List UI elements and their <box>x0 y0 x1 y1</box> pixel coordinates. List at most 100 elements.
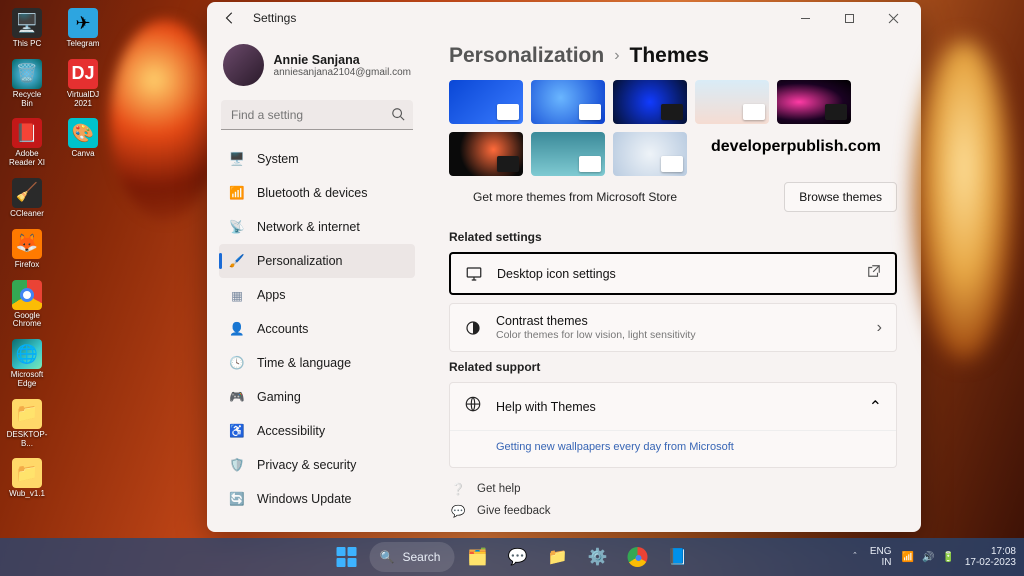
system-tray-icons[interactable]: 📶 🔊 🔋 <box>901 552 954 563</box>
start-button[interactable] <box>330 542 364 572</box>
taskbar: 🔍Search 🗂️ 💬 📁 ⚙️ 📘 ＾ ENGIN 📶 🔊 🔋 17:081… <box>0 538 1024 576</box>
accessibility-icon: ♿ <box>229 423 245 439</box>
desktop-icon-wub[interactable]: 📁Wub_v1.1 <box>6 458 48 499</box>
tray-chevron-up-icon[interactable]: ＾ <box>850 550 860 565</box>
nav-list: 🖥️System 📶Bluetooth & devices 📡Network &… <box>219 142 415 516</box>
recycle-bin-icon: 🗑️ <box>12 59 42 89</box>
desktop-icon-this-pc[interactable]: 🖥️This PC <box>6 8 48 49</box>
paint-icon: 🖌️ <box>229 253 245 269</box>
theme-thumb[interactable] <box>449 132 523 176</box>
search-icon: 🔍 <box>380 550 395 564</box>
profile-email: anniesanjana2104@gmail.com <box>274 67 411 78</box>
apps-icon: ▦ <box>229 287 245 303</box>
nav-windows-update[interactable]: 🔄Windows Update <box>219 482 415 516</box>
theme-grid: developerpublish.com <box>449 80 897 176</box>
nav-accounts[interactable]: 👤Accounts <box>219 312 415 346</box>
desktop-icon-ccleaner[interactable]: 🧹CCleaner <box>6 178 48 219</box>
store-text: Get more themes from Microsoft Store <box>449 190 677 204</box>
section-related-settings: Related settings <box>449 230 897 244</box>
desktop-icon-canva[interactable]: 🎨Canva <box>62 118 104 168</box>
desktop-icon-telegram[interactable]: ✈Telegram <box>62 8 104 49</box>
taskbar-app-teams[interactable]: 💬 <box>500 542 534 572</box>
contrast-icon <box>464 319 482 337</box>
sidebar: Annie Sanjana anniesanjana2104@gmail.com… <box>207 34 425 532</box>
nav-accessibility[interactable]: ♿Accessibility <box>219 414 415 448</box>
shield-icon: 🛡️ <box>229 457 245 473</box>
ccleaner-icon: 🧹 <box>12 178 42 208</box>
desktop-icon-adobe-reader[interactable]: 📕Adobe Reader XI <box>6 118 48 168</box>
back-button[interactable] <box>221 9 239 27</box>
nav-network[interactable]: 📡Network & internet <box>219 210 415 244</box>
avatar <box>223 44 264 86</box>
theme-thumb[interactable] <box>695 80 769 124</box>
get-help-link[interactable]: ❔Get help <box>449 478 897 500</box>
breadcrumb-current: Themes <box>630 44 709 68</box>
browse-themes-button[interactable]: Browse themes <box>784 182 897 212</box>
help-icon: ❔ <box>451 482 465 496</box>
battery-icon: 🔋 <box>942 552 954 563</box>
main-panel: Personalization › Themes developerpublis… <box>425 34 921 532</box>
watermark-text: developerpublish.com <box>711 138 881 156</box>
desktop-icon-firefox[interactable]: 🦊Firefox <box>6 229 48 270</box>
contrast-themes-card[interactable]: Contrast themesColor themes for low visi… <box>449 303 897 352</box>
theme-thumb[interactable] <box>449 80 523 124</box>
search-icon <box>391 107 405 126</box>
nav-time[interactable]: 🕓Time & language <box>219 346 415 380</box>
pc-icon: 🖥️ <box>12 8 42 38</box>
taskbar-app-chrome[interactable] <box>620 542 654 572</box>
close-button[interactable] <box>871 3 915 33</box>
taskbar-tray: ＾ ENGIN 📶 🔊 🔋 17:0817-02-2023 <box>850 546 1016 569</box>
window-title: Settings <box>253 11 296 25</box>
wallpapers-link[interactable]: Getting new wallpapers every day from Mi… <box>450 430 896 467</box>
language-indicator[interactable]: ENGIN <box>870 546 892 569</box>
titlebar: Settings <box>207 2 921 34</box>
desktop-icon-chrome[interactable]: Google Chrome <box>6 280 48 330</box>
chevron-right-icon: › <box>614 47 619 65</box>
monitor-icon <box>465 265 483 283</box>
chrome-icon <box>12 280 42 310</box>
settings-window: Settings Annie Sanjana anniesanjana2104@… <box>207 2 921 532</box>
nav-personalization[interactable]: 🖌️Personalization <box>219 244 415 278</box>
edge-icon: 🌐 <box>12 339 42 369</box>
minimize-button[interactable] <box>783 3 827 33</box>
nav-gaming[interactable]: 🎮Gaming <box>219 380 415 414</box>
theme-thumb[interactable] <box>777 80 851 124</box>
chevron-right-icon: › <box>877 319 882 337</box>
nav-apps[interactable]: ▦Apps <box>219 278 415 312</box>
volume-icon: 🔊 <box>922 552 934 563</box>
nav-system[interactable]: 🖥️System <box>219 142 415 176</box>
taskbar-app-settings[interactable]: ⚙️ <box>580 542 614 572</box>
firefox-icon: 🦊 <box>12 229 42 259</box>
taskbar-app-explorer[interactable]: 📁 <box>540 542 574 572</box>
open-external-icon <box>867 264 881 283</box>
breadcrumb: Personalization › Themes <box>449 44 897 68</box>
task-view-button[interactable]: 🗂️ <box>460 542 494 572</box>
desktop-icon-virtualdj[interactable]: DJVirtualDJ 2021 <box>62 59 104 109</box>
nav-privacy[interactable]: 🛡️Privacy & security <box>219 448 415 482</box>
telegram-icon: ✈ <box>68 8 98 38</box>
clock[interactable]: 17:0817-02-2023 <box>965 546 1016 569</box>
theme-thumb[interactable] <box>613 132 687 176</box>
desktop-icon-edge[interactable]: 🌐Microsoft Edge <box>6 339 48 389</box>
nav-bluetooth[interactable]: 📶Bluetooth & devices <box>219 176 415 210</box>
update-icon: 🔄 <box>229 491 245 507</box>
folder-icon: 📁 <box>12 399 42 429</box>
system-icon: 🖥️ <box>229 151 245 167</box>
breadcrumb-parent[interactable]: Personalization <box>449 44 604 68</box>
theme-thumb[interactable] <box>531 132 605 176</box>
chevron-up-icon: ⌃ <box>869 397 882 417</box>
help-themes-header[interactable]: Help with Themes ⌃ <box>450 383 896 430</box>
maximize-button[interactable] <box>827 3 871 33</box>
theme-thumb[interactable] <box>613 80 687 124</box>
search-input[interactable] <box>221 100 413 130</box>
desktop-icon-recycle-bin[interactable]: 🗑️Recycle Bin <box>6 59 48 109</box>
profile-block[interactable]: Annie Sanjana anniesanjana2104@gmail.com <box>219 38 415 100</box>
search-box[interactable] <box>221 100 413 130</box>
desktop-icon-settings-card[interactable]: Desktop icon settings <box>449 252 897 295</box>
theme-thumb[interactable] <box>531 80 605 124</box>
help-themes-card: Help with Themes ⌃ Getting new wallpaper… <box>449 382 897 468</box>
taskbar-app-word[interactable]: 📘 <box>660 542 694 572</box>
desktop-icon-folder[interactable]: 📁DESKTOP-B... <box>6 399 48 449</box>
taskbar-search[interactable]: 🔍Search <box>370 542 455 572</box>
give-feedback-link[interactable]: 💬Give feedback <box>449 500 897 522</box>
